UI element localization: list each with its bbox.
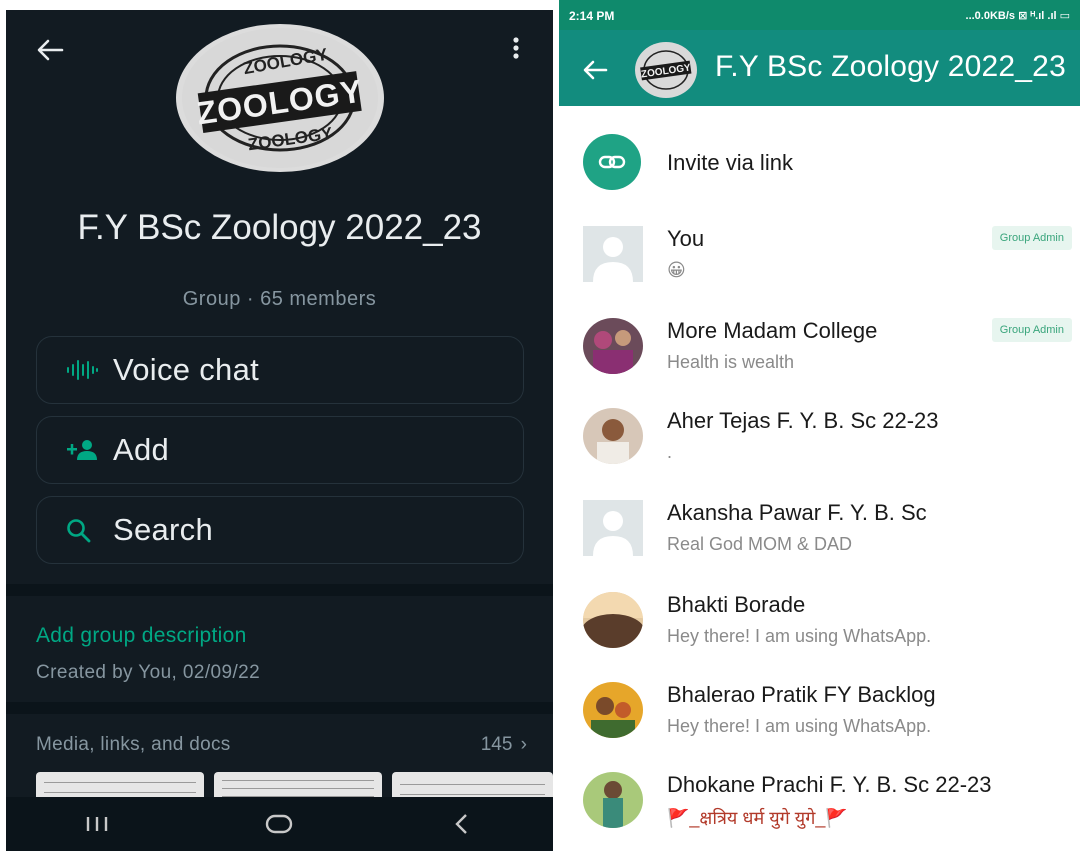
section-divider	[6, 584, 553, 596]
member-status: 😀	[667, 260, 686, 280]
recents-button[interactable]	[67, 804, 127, 844]
member-row[interactable]: Bhalerao Pratik FY Backlog Hey there! I …	[559, 682, 1080, 774]
back-button[interactable]	[32, 32, 68, 68]
search-label: Search	[113, 512, 214, 547]
add-group-description-link[interactable]: Add group description	[36, 624, 247, 648]
add-member-button[interactable]: Add	[36, 416, 524, 484]
media-count[interactable]: 145 ›	[481, 734, 527, 756]
group-avatar[interactable]: ZOOLOGY ZOOLOGY ZOOLOGY	[176, 24, 384, 172]
member-name: Bhalerao Pratik FY Backlog	[667, 682, 936, 707]
search-icon	[65, 515, 101, 545]
invite-link-icon-button[interactable]	[583, 134, 641, 190]
arrow-left-icon	[37, 39, 64, 61]
member-row[interactable]: Aher Tejas F. Y. B. Sc 22-23 .	[559, 408, 1080, 500]
add-label: Add	[113, 432, 170, 467]
avatar	[583, 408, 643, 464]
invite-via-link[interactable]: Invite via link	[667, 150, 793, 176]
group-admin-badge: Group Admin	[991, 318, 1072, 342]
member-status: Hey there! I am using WhatsApp.	[667, 626, 932, 646]
profile-photo	[583, 318, 643, 374]
add-person-icon	[65, 435, 101, 465]
default-avatar-icon	[583, 500, 643, 556]
member-name: Dhokane Prachi F. Y. B. Sc 22-23	[667, 772, 992, 797]
more-vert-icon	[513, 37, 519, 59]
profile-photo	[583, 408, 643, 464]
system-nav-bar	[6, 797, 553, 851]
group-admin-badge: Group Admin	[991, 226, 1072, 250]
member-name: You	[667, 226, 705, 251]
link-icon	[598, 155, 626, 169]
app-bar: ZOOLOGY F.Y BSc Zoology 2022_23	[559, 30, 1080, 106]
member-status: .	[667, 442, 673, 462]
voice-chat-button[interactable]: Voice chat	[36, 336, 524, 404]
group-name[interactable]: F.Y BSc Zoology 2022_23	[36, 206, 523, 250]
default-avatar-icon	[583, 226, 643, 282]
more-options-button[interactable]	[501, 30, 531, 66]
chevron-right-icon: ›	[520, 734, 527, 755]
avatar	[583, 226, 643, 282]
participants-panel: 2:14 PM ...0.0KB/s ⊠ ᴴ.ıl .ıl ▭ ZOOLOGY …	[559, 0, 1080, 851]
profile-photo	[583, 772, 643, 828]
member-name: More Madam College	[667, 318, 878, 343]
media-count-value: 145	[480, 734, 513, 755]
profile-photo	[583, 682, 643, 738]
voice-wave-icon	[65, 355, 101, 385]
avatar	[583, 772, 643, 828]
member-name: Akansha Pawar F. Y. B. Sc	[667, 500, 927, 525]
member-status: Real God MOM & DAD	[667, 534, 853, 554]
voice-chat-label: Voice chat	[113, 352, 260, 387]
status-bar: 2:14 PM ...0.0KB/s ⊠ ᴴ.ıl .ıl ▭	[559, 0, 1080, 30]
avatar	[583, 318, 643, 374]
member-row[interactable]: Dhokane Prachi F. Y. B. Sc 22-23 🚩_क्षत्…	[559, 772, 1080, 851]
status-icons: ...0.0KB/s ⊠ ᴴ.ıl .ıl ▭	[965, 10, 1070, 22]
group-info-panel: ZOOLOGY ZOOLOGY ZOOLOGY F.Y BSc Zoology …	[6, 10, 553, 851]
home-icon	[266, 814, 293, 834]
avatar	[583, 592, 643, 648]
avatar	[583, 500, 643, 556]
avatar	[583, 682, 643, 738]
chevron-left-icon	[455, 814, 467, 834]
member-row[interactable]: You 😀 Group Admin	[559, 226, 1080, 318]
member-name: Bhakti Borade	[667, 592, 806, 617]
arrow-left-icon	[583, 60, 608, 80]
profile-photo	[583, 592, 643, 648]
system-back-button[interactable]	[432, 804, 492, 844]
home-button[interactable]	[249, 804, 309, 844]
status-time: 2:14 PM	[569, 9, 615, 23]
zoology-stamp-logo: ZOOLOGY ZOOLOGY ZOOLOGY	[182, 28, 378, 168]
recents-icon	[86, 817, 108, 831]
back-button[interactable]	[577, 52, 613, 88]
zoology-stamp-logo: ZOOLOGY	[636, 43, 696, 97]
media-links-docs-header[interactable]: Media, links, and docs	[36, 734, 231, 756]
member-row[interactable]: Bhakti Borade Hey there! I am using What…	[559, 592, 1080, 684]
group-avatar[interactable]: ZOOLOGY	[635, 42, 697, 98]
header-title[interactable]: F.Y BSc Zoology 2022_23	[715, 50, 1066, 84]
member-status: Hey there! I am using WhatsApp.	[667, 716, 932, 736]
member-status: Health is wealth	[667, 352, 795, 372]
created-info: Created by You, 02/09/22	[36, 662, 261, 683]
member-name: Aher Tejas F. Y. B. Sc 22-23	[667, 408, 939, 433]
group-member-count: Group · 65 members	[182, 288, 377, 310]
section-divider	[6, 702, 553, 714]
search-button[interactable]: Search	[36, 496, 524, 564]
member-row[interactable]: Akansha Pawar F. Y. B. Sc Real God MOM &…	[559, 500, 1080, 592]
member-status: 🚩_क्षत्रिय धर्म युगे युगे_🚩	[667, 808, 848, 828]
member-row[interactable]: More Madam College Health is wealth Grou…	[559, 318, 1080, 410]
